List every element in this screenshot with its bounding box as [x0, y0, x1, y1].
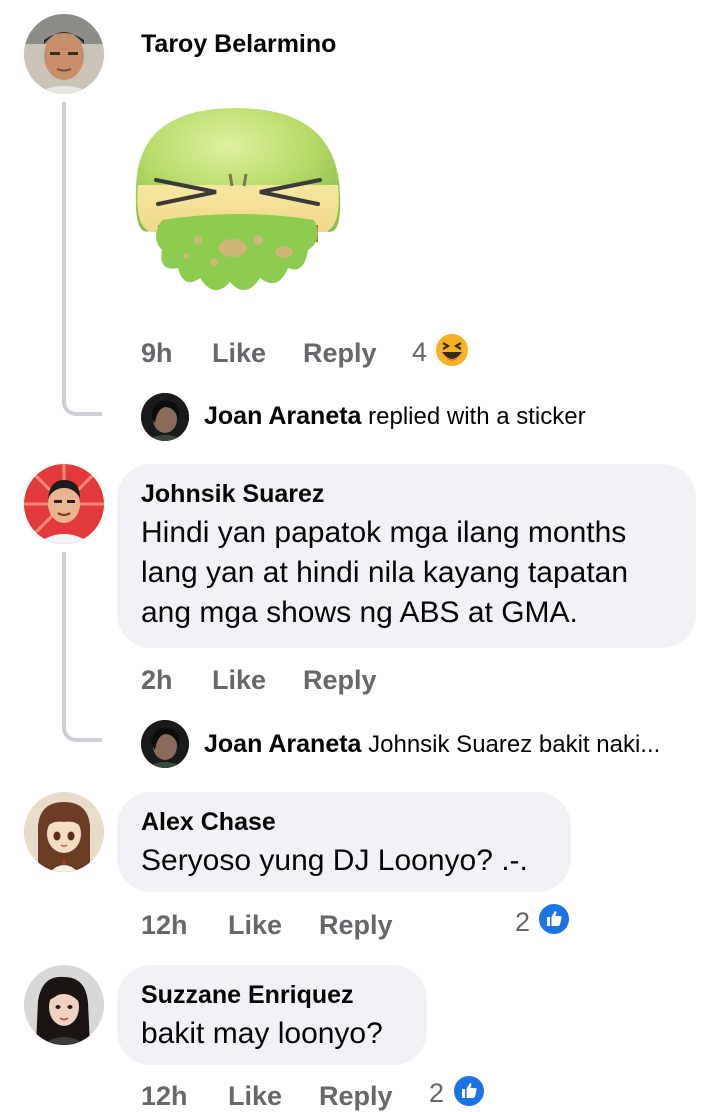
like-thumb-icon[interactable] [537, 902, 571, 936]
avatar-joan-araneta[interactable] [141, 393, 189, 441]
comment-bubble[interactable]: Alex Chase Seryoso yung DJ Loonyo? .-. [117, 792, 571, 892]
reply-preview-author: Joan Araneta [204, 402, 362, 430]
haha-emoji-icon[interactable] [434, 332, 470, 368]
thread-line [62, 552, 66, 720]
comment-author[interactable]: Johnsik Suarez [141, 480, 672, 509]
thread-line [62, 102, 66, 394]
reaction-count[interactable]: 2 [515, 907, 530, 938]
avatar-taroy-belarmino[interactable] [24, 14, 104, 94]
like-button[interactable]: Like [212, 665, 266, 696]
vomit-face-sticker [128, 100, 348, 310]
reply-preview-author: Joan Araneta [204, 730, 362, 758]
comment-time: 12h [141, 910, 188, 940]
like-button[interactable]: Like [228, 910, 282, 941]
comment-time: 12h [141, 1081, 188, 1111]
comment-bubble[interactable]: Johnsik Suarez Hindi yan papatok mga ila… [117, 464, 696, 648]
thread-connector [62, 394, 102, 416]
reply-preview-text: Johnsik Suarez bakit naki... [368, 731, 661, 758]
comment-text-line: ang mga shows ng ABS at GMA. [141, 596, 578, 629]
comment-time: 2h [141, 665, 173, 695]
like-button[interactable]: Like [212, 338, 266, 369]
reply-button[interactable]: Reply [319, 910, 393, 941]
avatar-alex-chase[interactable] [24, 792, 104, 872]
reply-preview[interactable]: Joan Araneta Johnsik Suarez bakit naki..… [204, 730, 660, 759]
reaction-count[interactable]: 4 [412, 337, 427, 368]
thread-connector [62, 720, 102, 742]
comment-time: 9h [141, 338, 173, 368]
comment-text-line: lang yan at hindi nila kayang tapatan [141, 556, 629, 589]
reaction-count[interactable]: 2 [429, 1078, 444, 1109]
like-button[interactable]: Like [228, 1081, 282, 1112]
reply-button[interactable]: Reply [303, 338, 377, 369]
reply-preview[interactable]: Joan Araneta replied with a sticker [204, 402, 586, 431]
comment-author[interactable]: Alex Chase [141, 808, 547, 837]
like-thumb-icon[interactable] [452, 1074, 486, 1108]
reply-button[interactable]: Reply [303, 665, 377, 696]
comment-text: Seryoso yung DJ Loonyo? .-. [141, 844, 528, 877]
avatar-joan-araneta[interactable] [141, 720, 189, 768]
avatar-suzzane-enriquez[interactable] [24, 965, 104, 1045]
comment-author[interactable]: Suzzane Enriquez [141, 981, 403, 1010]
avatar-johnsik-suarez[interactable] [24, 464, 104, 544]
comment-text-line: Hindi yan papatok mga ilang months [141, 516, 627, 549]
reply-button[interactable]: Reply [319, 1081, 393, 1112]
comment-text: bakit may loonyo? [141, 1017, 383, 1050]
comment-bubble[interactable]: Suzzane Enriquez bakit may loonyo? [117, 965, 427, 1065]
comment-author[interactable]: Taroy Belarmino [141, 30, 336, 59]
reply-preview-text: replied with a sticker [368, 403, 586, 430]
